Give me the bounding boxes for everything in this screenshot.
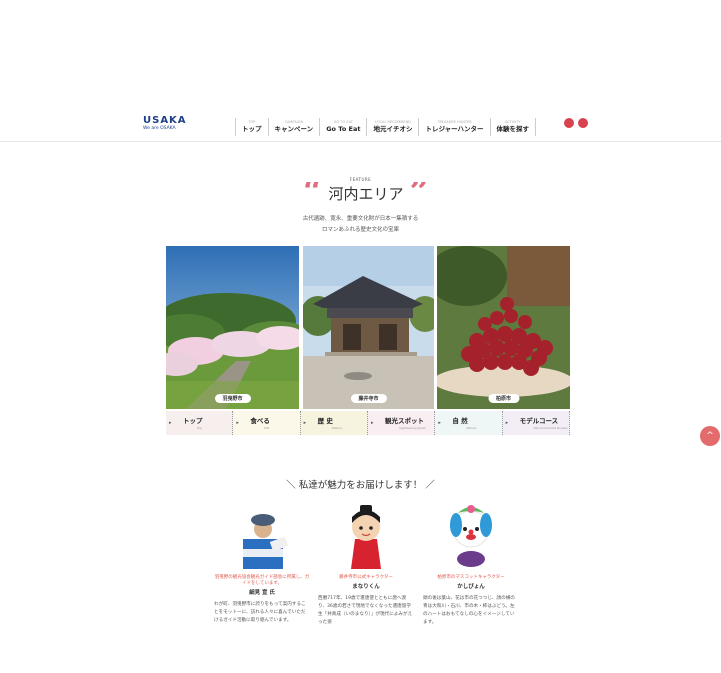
photo-fujiidera[interactable]: 藤井寺市 <box>303 246 434 409</box>
tab-label: 歴 史 <box>317 416 333 425</box>
person-role: 羽曳野の観光協会観光ガイド部会に所属し、ガイドをしています。 <box>214 575 310 586</box>
person-name: まなりくん <box>352 584 380 590</box>
nav-item-label: Go To Eat <box>326 125 361 133</box>
tab-label: 観光スポット <box>384 416 424 425</box>
area-title: 河内エリア <box>328 184 404 203</box>
nav-item-treasure-hunter[interactable]: TREASURE HUNTER トレジャーハンター <box>418 118 489 136</box>
tab-sublabel: Top <box>197 425 203 430</box>
logo-subtitle: We are OSAKA <box>143 126 176 131</box>
page-title: “ 河内エリア ” <box>290 180 442 206</box>
person-role: 藤井寺市公式キャラクター <box>339 575 393 580</box>
tab-eat[interactable]: ▸ 食べる Eat <box>233 411 301 435</box>
youtube-icon[interactable] <box>578 118 588 128</box>
open-quote-icon: “ <box>302 182 323 204</box>
tab-sublabel: Sightseeing Spots <box>398 425 426 430</box>
person-card-manari: 藤井寺市公式キャラクター まなりくん 西暦717年、19歳で遣唐使とともに唐へ渡… <box>318 503 414 627</box>
nav-item-campaign[interactable]: CAMPAIGN キャンペーン <box>267 118 320 136</box>
photo-caption: 藤井寺市 <box>350 394 387 403</box>
tab-sublabel: History <box>331 425 343 430</box>
person-description: わが町、羽曳野市に誇りをもって案内することをモットーに、訪れる人々に喜んでいただ… <box>214 602 306 623</box>
tab-label: トップ <box>183 416 203 425</box>
category-tabs: ▸ トップ Top ▸ 食べる Eat ▸ 歴 史 History ▸ 観光スポ… <box>166 411 570 435</box>
person-role: 柏原市のマスコットキャラクター <box>437 575 505 580</box>
person-name: かしぴょん <box>457 584 485 590</box>
global-nav: TOP トップ CAMPAIGN キャンペーン GO TO EAT Go To … <box>235 118 537 136</box>
tab-sublabel: Nature <box>466 425 477 430</box>
lead-line-1: 古代遺跡、寛永、重要文化財が日本一集積する <box>302 216 419 222</box>
site-logo[interactable]: USAKA We are OSAKA <box>143 115 187 136</box>
tab-sightseeing[interactable]: ▸ 観光スポット Sightseeing Spots <box>367 411 436 435</box>
person-card-guide: 羽曳野の観光協会観光ガイド部会に所属し、ガイドをしています。 細見 宣 氏 わが… <box>214 503 310 625</box>
person-card-kashipyon: 柏原市のマスコットキャラクター かしぴょん 頭の後は葉山、花は市の花つつじ、顔の… <box>423 503 519 627</box>
nav-item-label: 体験を探す <box>496 125 530 133</box>
nav-item-activity[interactable]: ACTIVITY 体験を探す <box>489 118 537 136</box>
nav-item-top[interactable]: TOP トップ <box>235 118 268 136</box>
grapes-photo <box>437 246 570 409</box>
tab-sublabel: Recommended Routes <box>533 425 568 430</box>
photo-caption: 羽曳野市 <box>214 394 251 403</box>
photo-caption: 柏原市 <box>487 394 520 403</box>
tab-model-course[interactable]: ▸ モデルコース Recommended Routes <box>502 411 570 435</box>
section-title: ＼ 私達が魅力をお届けします！ ／ <box>286 480 435 491</box>
tab-history[interactable]: ▸ 歴 史 History <box>300 411 368 435</box>
nav-item-label: 地元イチオシ <box>373 125 413 133</box>
site-header: USAKA We are OSAKA TOP トップ CAMPAIGN キャンペ… <box>0 112 721 142</box>
temple-photo <box>303 246 434 409</box>
chevron-right-icon: ▸ <box>505 420 509 426</box>
chevron-right-icon: ▸ <box>169 420 172 426</box>
instagram-icon[interactable] <box>564 118 574 128</box>
manari-mascot <box>333 503 399 569</box>
chevron-right-icon: ▸ <box>236 420 239 426</box>
photo-kashiwara[interactable]: 柏原市 <box>437 246 570 409</box>
person-name: 細見 宣 氏 <box>249 590 275 596</box>
tab-top[interactable]: ▸ トップ Top <box>166 411 234 435</box>
close-quote-icon: ” <box>409 182 430 204</box>
cherry-blossom-photo <box>166 246 299 409</box>
chevron-right-icon: ▸ <box>303 420 307 426</box>
lead-line-2: ロマンあふれる歴史文化の宝庫 <box>321 227 399 233</box>
nav-item-go-to-eat[interactable]: GO TO EAT Go To Eat <box>319 118 366 136</box>
tab-label: 食べる <box>250 416 270 425</box>
person-description: 西暦717年、19歳で遣唐使とともに唐へ渡り、36歳の若さで現地でなくなった遣唐… <box>318 596 413 625</box>
photo-habikino[interactable]: 羽曳野市 <box>166 246 299 409</box>
tab-label: 自 然 <box>452 416 468 425</box>
page: USAKA We are OSAKA TOP トップ CAMPAIGN キャンペ… <box>0 0 721 673</box>
tab-sublabel: Eat <box>264 425 270 430</box>
person-description: 頭の後は葉山、花は市の花つつじ、顔の横の青は大和川・石川、市の木・柿はぶどう。左… <box>423 596 515 625</box>
tab-nature[interactable]: ▸ 自 然 Nature <box>435 411 503 435</box>
chevron-right-icon: ▸ <box>438 420 441 426</box>
logo-mark: USAKA <box>143 115 187 126</box>
nav-item-label: キャンペーン <box>274 125 314 133</box>
nav-item-local-recommend[interactable]: LOCAL RECOMMEND 地元イチオシ <box>366 118 418 136</box>
chevron-right-icon: ▸ <box>370 420 374 426</box>
kashipyon-mascot <box>438 503 504 569</box>
tab-label: モデルコース <box>519 416 559 425</box>
nav-item-label: トレジャーハンター <box>425 125 484 133</box>
nav-item-label: トップ <box>242 125 262 133</box>
guide-portrait <box>229 503 295 569</box>
page-top-button[interactable]: ^ <box>700 426 720 446</box>
